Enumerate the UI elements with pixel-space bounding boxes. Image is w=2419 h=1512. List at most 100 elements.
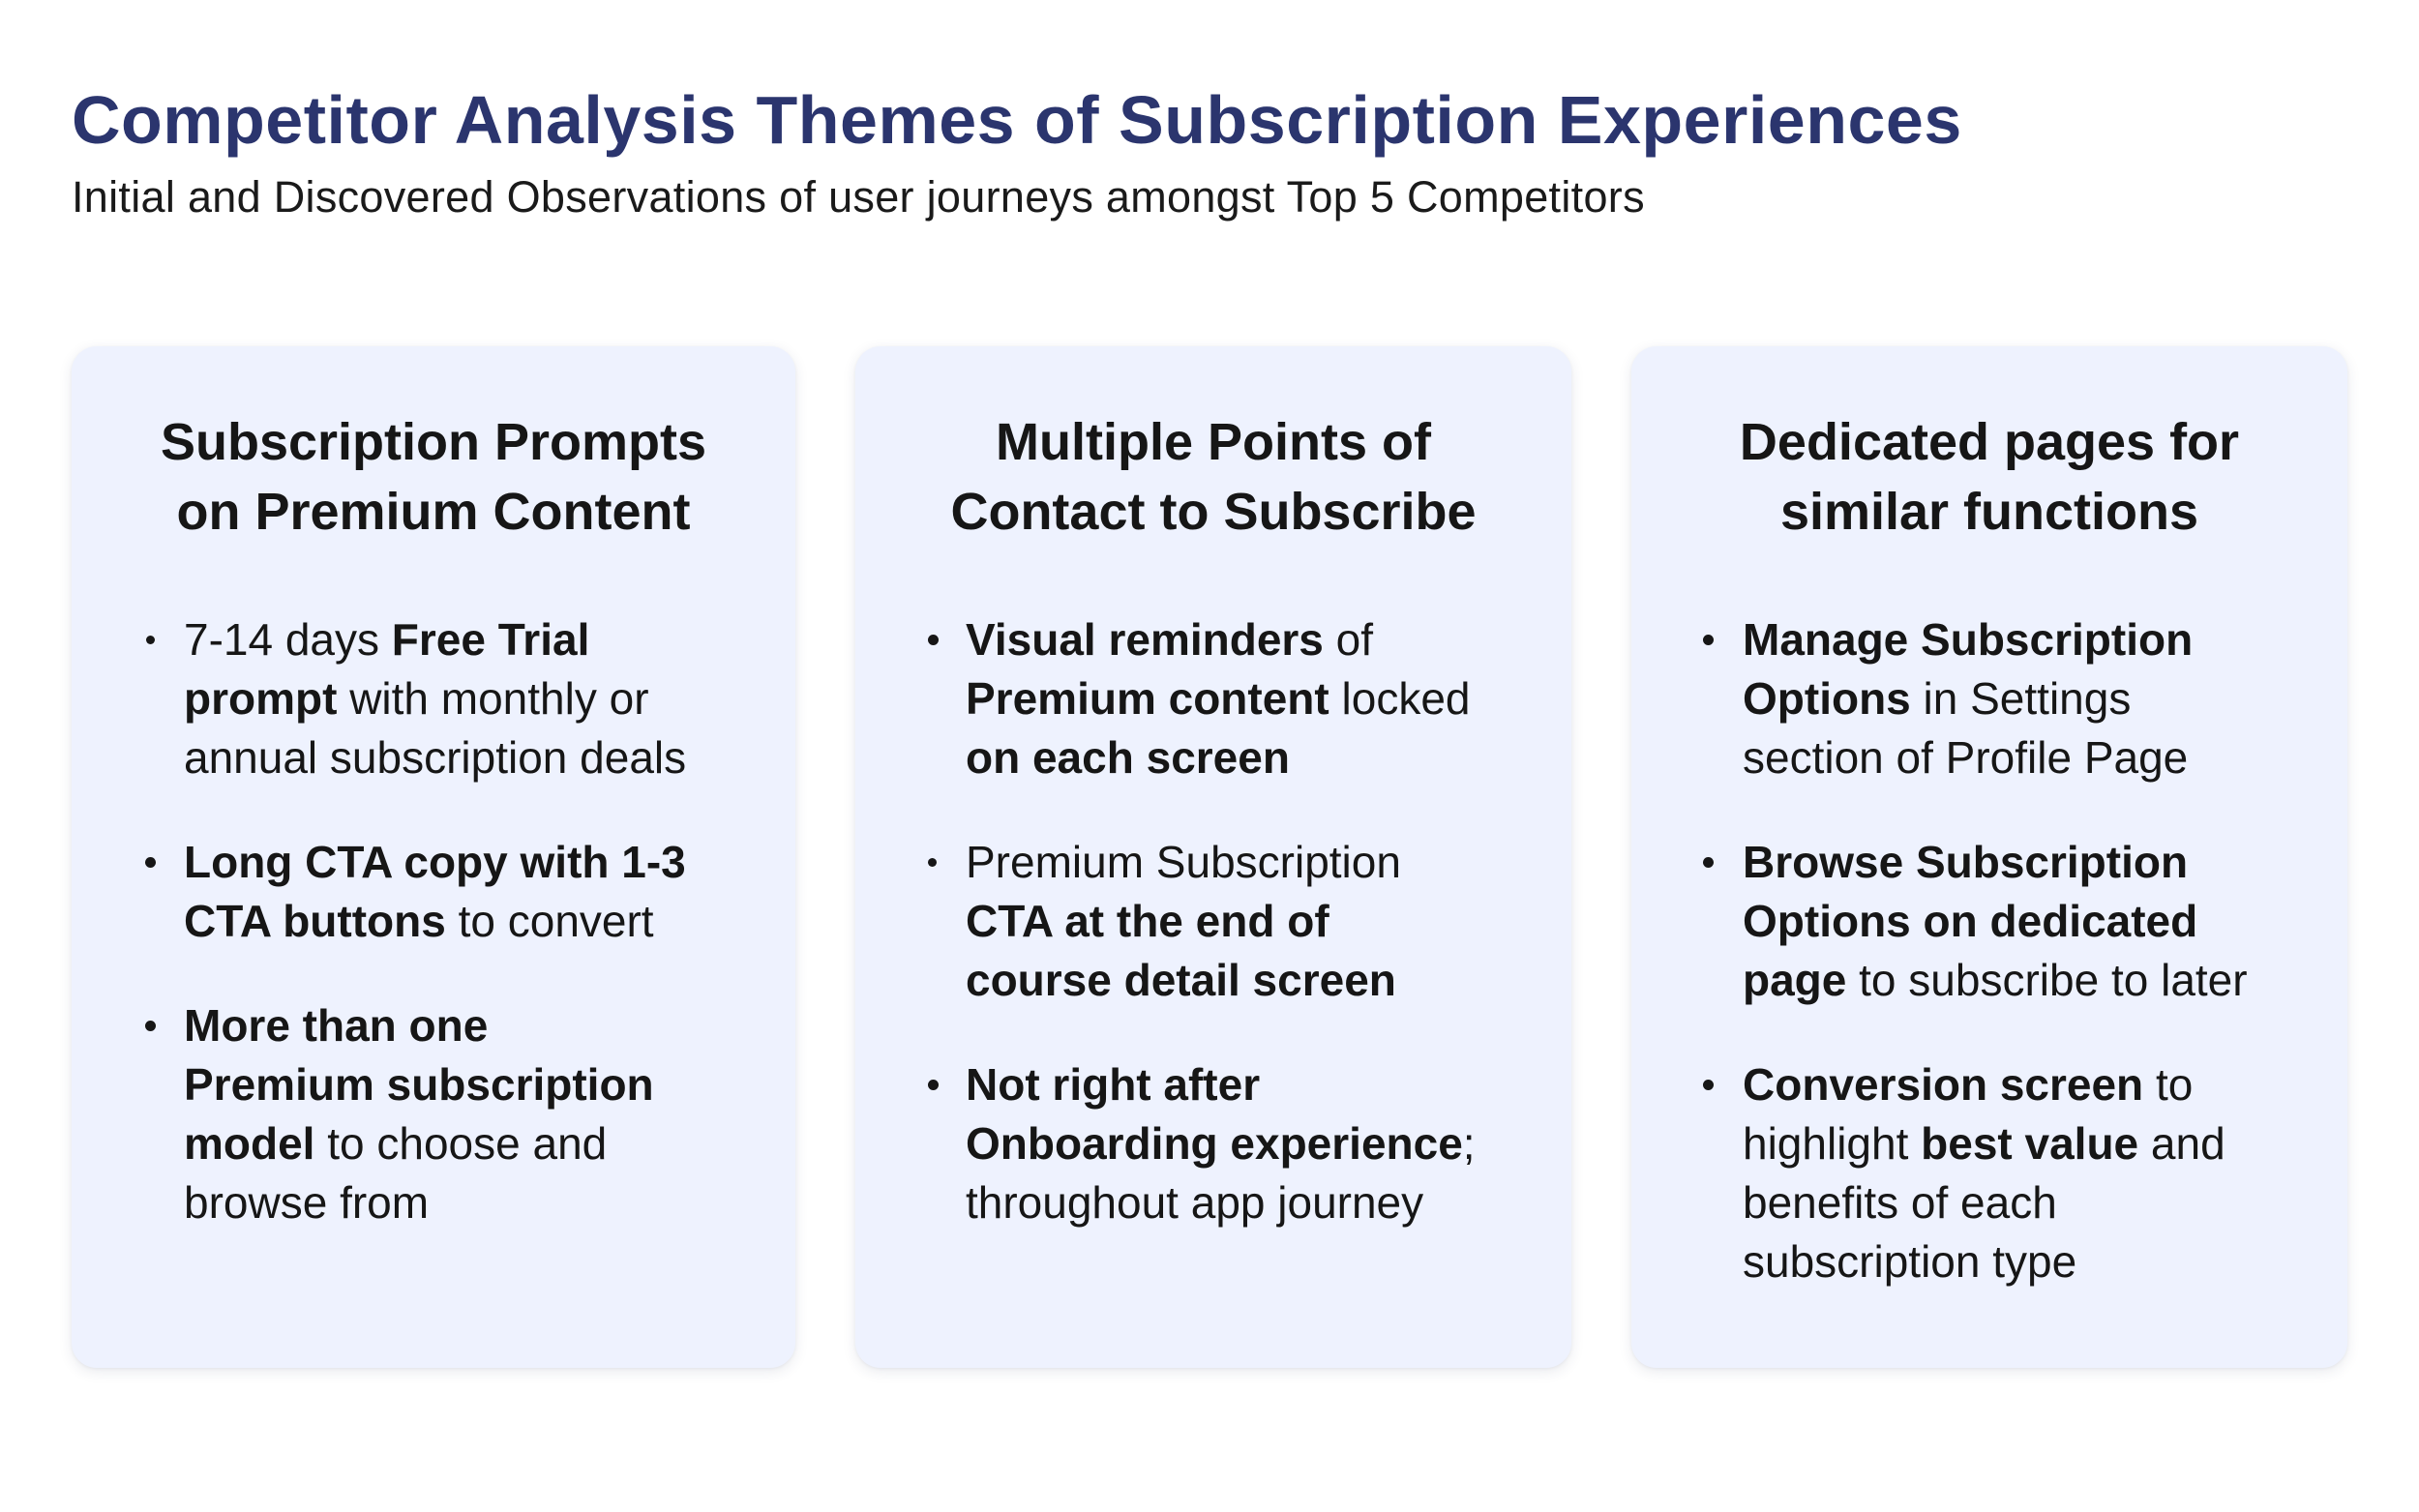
bullet-line: browse from <box>184 1173 795 1232</box>
theme-card-dedicated-pages: Dedicated pages for similar functions Ma… <box>1631 346 2347 1368</box>
bullet-line: highlight best value and <box>1743 1114 2347 1173</box>
body-text: throughout app journey <box>966 1177 1424 1228</box>
bold-text: course detail screen <box>966 955 1396 1005</box>
body-text: to choose and <box>314 1118 608 1169</box>
bullet-item: Manage Subscription Options in Settings se… <box>1631 610 2347 787</box>
bullet-line: model to choose and <box>184 1114 795 1173</box>
bold-text: Not right after <box>966 1059 1261 1110</box>
body-text: section of Profile Page <box>1743 732 2189 783</box>
bullet-line: course detail screen <box>966 951 1571 1010</box>
bullet-line: benefits of each <box>1743 1173 2347 1232</box>
body-text: Premium Subscription <box>966 837 1401 887</box>
bold-text: Long CTA copy with 1-3 <box>184 837 686 887</box>
bullet-line: section of Profile Page <box>1743 728 2347 787</box>
card-heading: Dedicated pages for similar functions <box>1631 407 2347 547</box>
bold-text: on each screen <box>966 732 1290 783</box>
bullet-line: Not right after <box>966 1055 1571 1114</box>
bullet-line: prompt with monthly or <box>184 669 795 728</box>
bold-text: Visual reminders <box>966 614 1324 665</box>
bullet-line: Conversion screen to <box>1743 1055 2347 1114</box>
bullet-line: Visual reminders of <box>966 610 1571 669</box>
bullet-line: Premium content locked <box>966 669 1571 728</box>
bold-text: Free Trial <box>391 614 590 665</box>
body-text: subscription type <box>1743 1236 2077 1287</box>
bullet-line: CTA at the end of <box>966 892 1571 951</box>
bullet-line: Options on dedicated <box>1743 892 2347 951</box>
bullet-dot-icon <box>146 636 155 644</box>
bullet-list: Visual reminders of Premium content locke… <box>855 610 1571 1232</box>
bullet-line: Manage Subscription <box>1743 610 2347 669</box>
bold-text: More than one <box>184 1000 489 1051</box>
bullet-line: Premium Subscription <box>966 833 1571 892</box>
body-text: browse from <box>184 1177 430 1228</box>
card-heading: Subscription Prompts on Premium Content <box>72 407 795 547</box>
body-text: benefits of each <box>1743 1177 2057 1228</box>
body-text: 7-14 days <box>184 614 392 665</box>
bullet-item: Premium Subscription CTA at the end of cou… <box>855 833 1571 1010</box>
bold-text: best value <box>1921 1118 2139 1169</box>
theme-card-subscription-prompts: Subscription Prompts on Premium Content … <box>72 346 795 1368</box>
bullet-item: Visual reminders of Premium content locke… <box>855 610 1571 787</box>
card-heading: Multiple Points of Contact to Subscribe <box>855 407 1571 547</box>
body-text: to subscribe to later <box>1846 955 2248 1005</box>
bullet-dot-icon <box>928 635 939 645</box>
card-heading-line: similar functions <box>1779 483 2199 541</box>
bullet-line: Onboarding experience; <box>966 1114 1571 1173</box>
bullet-dot-icon <box>928 858 937 867</box>
card-heading-line: Subscription Prompts <box>160 413 707 471</box>
bullet-dot-icon <box>1703 1080 1714 1090</box>
bullet-line: Premium subscription <box>184 1055 795 1114</box>
body-text: highlight <box>1743 1118 1922 1169</box>
bullet-item: Not right after Onboarding experience; thr… <box>855 1055 1571 1232</box>
bold-text: Options <box>1743 673 1911 724</box>
page-title: Competitor Analysis Themes of Subscripti… <box>72 82 1962 158</box>
bullet-dot-icon <box>928 1080 939 1090</box>
card-heading-line: on Premium Content <box>176 483 691 541</box>
bullet-line: Options in Settings <box>1743 669 2347 728</box>
body-text: annual subscription deals <box>184 732 687 783</box>
bullet-dot-icon <box>145 1021 156 1031</box>
bullet-dot-icon <box>1703 857 1714 868</box>
body-text: to <box>2143 1059 2194 1110</box>
bullet-item: Browse Subscription Options on dedicated p… <box>1631 833 2347 1010</box>
bullet-line: CTA buttons to convert <box>184 892 795 951</box>
bullet-line: Browse Subscription <box>1743 833 2347 892</box>
bold-text: Options on dedicated <box>1743 896 2198 946</box>
bullet-item: More than one Premium subscription model t… <box>72 996 795 1232</box>
bold-text: Onboarding experience <box>966 1118 1463 1169</box>
body-text: with monthly or <box>337 673 649 724</box>
bold-text: Premium content <box>966 673 1329 724</box>
bold-text: Manage Subscription <box>1743 614 2194 665</box>
bold-text: model <box>184 1118 315 1169</box>
bullet-dot-icon <box>145 857 156 868</box>
card-heading-line: Contact to Subscribe <box>950 483 1477 541</box>
bullet-list: 7-14 days Free Trial prompt with monthly … <box>72 610 795 1232</box>
bullet-dot-icon <box>1703 635 1714 645</box>
card-heading-line: Dedicated pages for <box>1739 413 2240 471</box>
bullet-line: More than one <box>184 996 795 1055</box>
bullet-line: page to subscribe to later <box>1743 951 2347 1010</box>
card-heading-line: Multiple Points of <box>996 413 1431 471</box>
bullet-item: Long CTA copy with 1-3 CTA buttons to con… <box>72 833 795 951</box>
body-text: locked <box>1329 673 1471 724</box>
bullet-line: subscription type <box>1743 1232 2347 1291</box>
bullet-list: Manage Subscription Options in Settings se… <box>1631 610 2347 1291</box>
body-text: and <box>2138 1118 2225 1169</box>
bold-text: Premium subscription <box>184 1059 654 1110</box>
theme-card-multiple-points-of-contact: Multiple Points of Contact to Subscribe … <box>855 346 1571 1368</box>
body-text: to convert <box>445 896 654 946</box>
bullet-line: annual subscription deals <box>184 728 795 787</box>
bold-text: Browse Subscription <box>1743 837 2189 887</box>
bold-text: Conversion screen <box>1743 1059 2144 1110</box>
bullet-item: 7-14 days Free Trial prompt with monthly … <box>72 610 795 787</box>
bold-text: CTA buttons <box>184 896 446 946</box>
bullet-line: on each screen <box>966 728 1571 787</box>
bullet-item: Conversion screen to highlight best value… <box>1631 1055 2347 1291</box>
bullet-line: 7-14 days Free Trial <box>184 610 795 669</box>
bullet-line: Long CTA copy with 1-3 <box>184 833 795 892</box>
body-text: of <box>1323 614 1374 665</box>
body-text: ; <box>1462 1118 1476 1169</box>
page-subtitle: Initial and Discovered Observations of u… <box>72 172 1645 222</box>
bold-text: page <box>1743 955 1847 1005</box>
bold-text: CTA at the end of <box>966 896 1329 946</box>
